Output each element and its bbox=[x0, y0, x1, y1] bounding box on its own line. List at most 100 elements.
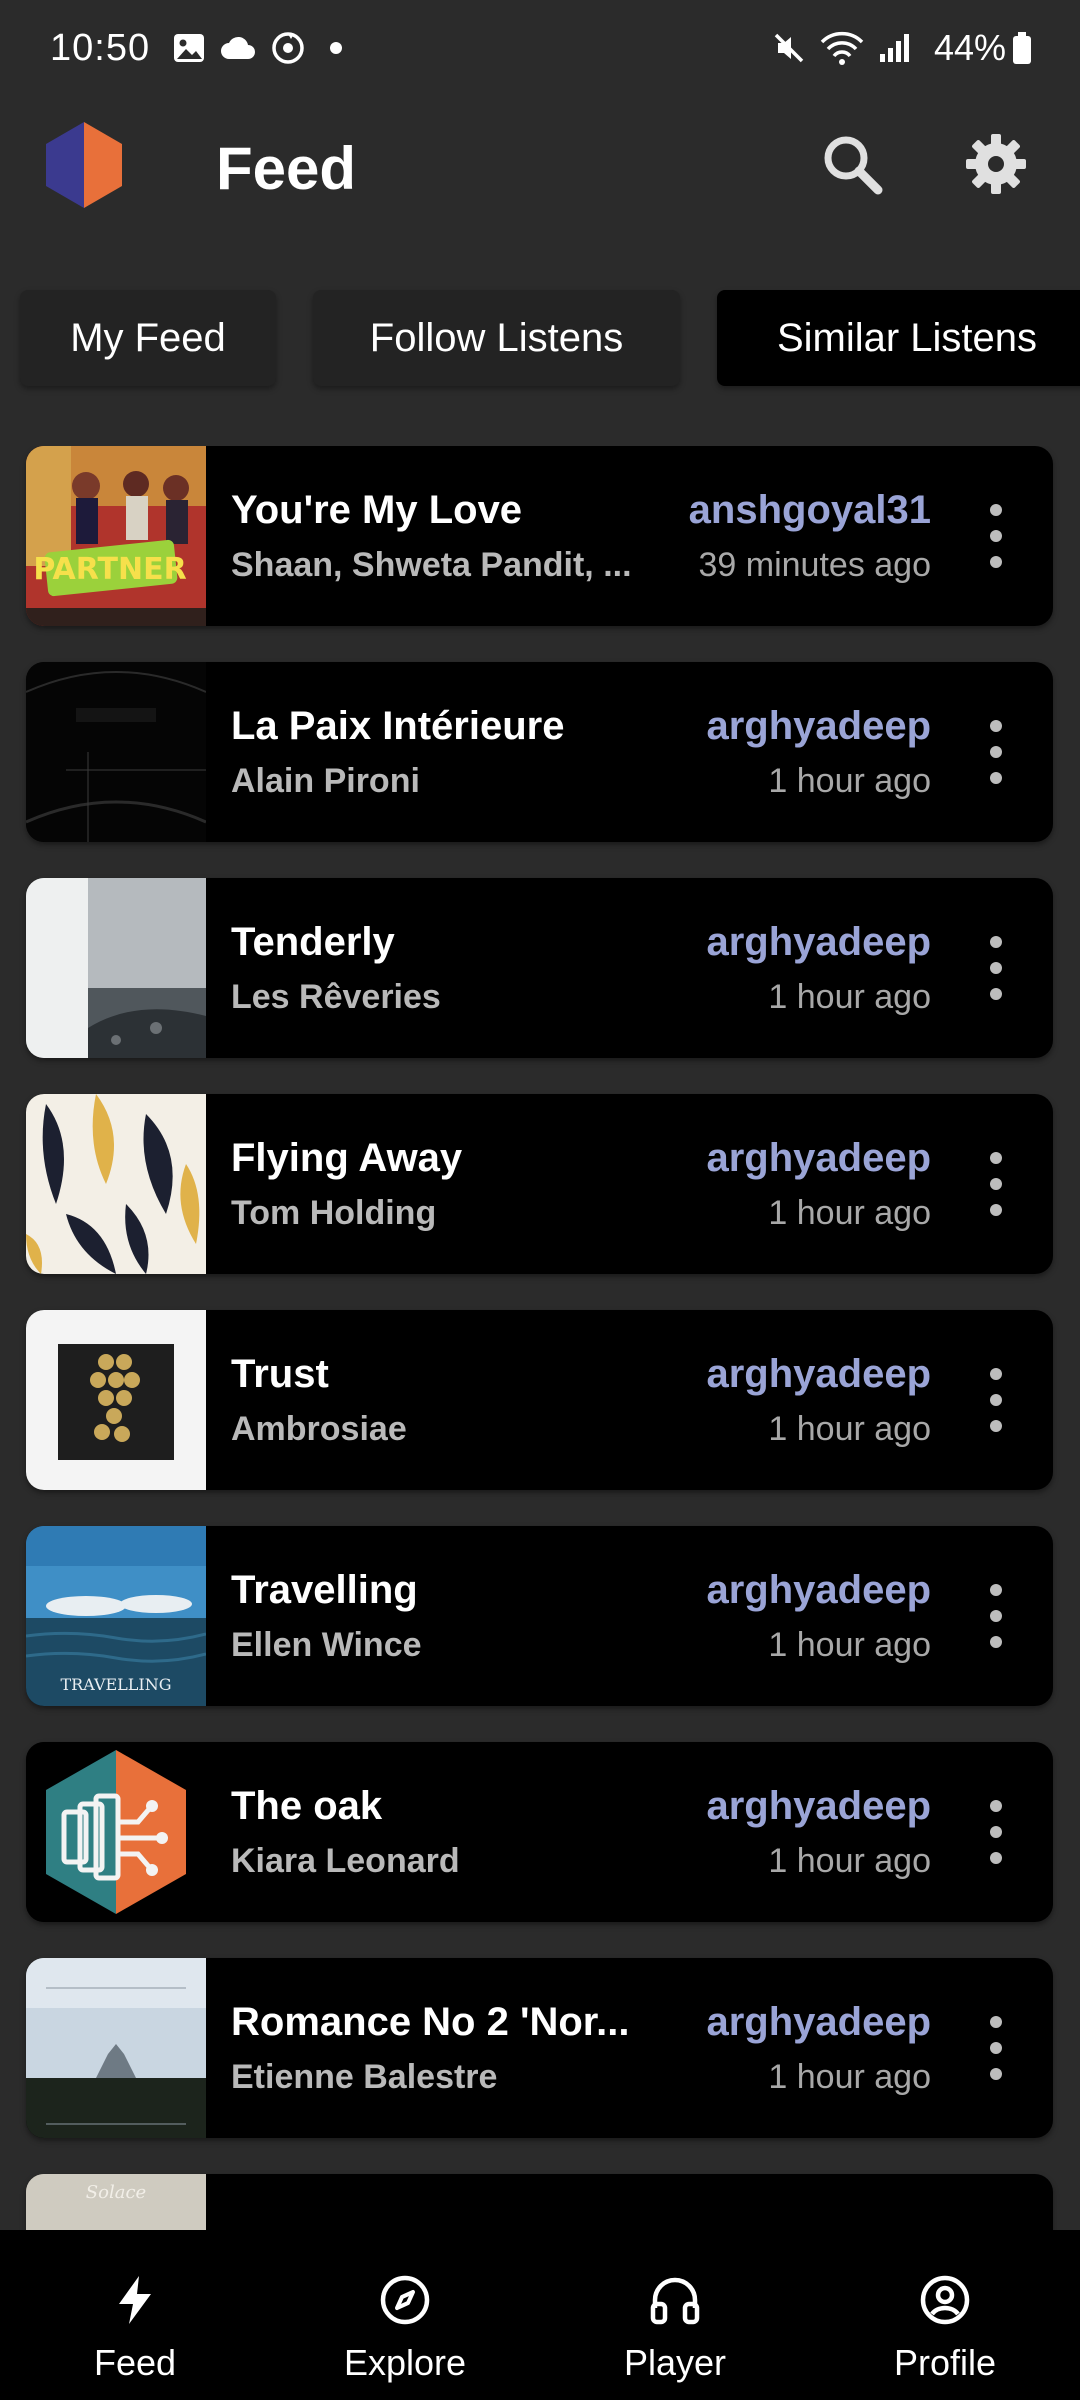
nav-label: Explore bbox=[343, 2342, 467, 2383]
status-time: 10:50 bbox=[50, 26, 151, 69]
album-art-text: TRAVELLING bbox=[60, 1675, 171, 1694]
feed-list[interactable]: PARTNER You're My Love Shaan, Shweta Pan… bbox=[0, 446, 1080, 2230]
feed-card[interactable]: La Paix Intérieure Alain Pironi arghyade… bbox=[26, 662, 1053, 842]
app-logo[interactable] bbox=[44, 120, 124, 210]
listen-time: 1 hour ago bbox=[768, 978, 931, 1016]
track-artist: Etienne Balestre bbox=[231, 2058, 498, 2096]
album-art-text: Solace bbox=[86, 2182, 146, 2203]
status-bar: 10:50 44% bbox=[0, 0, 1080, 96]
more-vertical-icon bbox=[990, 1368, 1002, 1380]
listen-time: 1 hour ago bbox=[768, 762, 931, 800]
listener-username[interactable]: arghyadeep bbox=[706, 1136, 931, 1181]
nav-label: Feed bbox=[93, 2342, 177, 2383]
bolt-icon bbox=[115, 2272, 155, 2328]
listen-time: 39 minutes ago bbox=[698, 546, 932, 584]
feed-card[interactable]: Flying Away Tom Holding arghyadeep 1 hou… bbox=[26, 1094, 1053, 1274]
gallery-icon bbox=[172, 31, 206, 65]
more-options-button[interactable] bbox=[985, 936, 1007, 1000]
more-options-button[interactable] bbox=[985, 1152, 1007, 1216]
more-vertical-icon bbox=[990, 720, 1002, 732]
feed-tabs: My Feed Follow Listens Similar Listens bbox=[0, 290, 1080, 386]
more-options-button[interactable] bbox=[985, 1368, 1007, 1432]
more-vertical-icon bbox=[990, 1152, 1002, 1164]
track-artist: Ellen Wince bbox=[231, 1626, 422, 1664]
battery-percentage: 44% bbox=[933, 27, 1006, 68]
album-art bbox=[26, 1310, 206, 1490]
album-art bbox=[26, 1094, 206, 1274]
feed-card[interactable]: PARTNER You're My Love Shaan, Shweta Pan… bbox=[26, 446, 1053, 626]
track-title: Trust bbox=[231, 1352, 329, 1396]
page-title: Feed bbox=[216, 135, 357, 202]
listen-time: 1 hour ago bbox=[768, 2058, 931, 2096]
track-artist: Kiara Leonard bbox=[231, 1842, 460, 1880]
search-icon bbox=[820, 132, 884, 201]
nav-label: Profile bbox=[893, 2342, 997, 2383]
track-title: Tenderly bbox=[231, 920, 395, 964]
listener-username[interactable]: arghyadeep bbox=[706, 920, 931, 965]
listener-username[interactable]: arghyadeep bbox=[706, 1568, 931, 1613]
track-title: Romance No 2 'Nor... bbox=[231, 2000, 630, 2044]
app-bar: Feed bbox=[0, 96, 1080, 236]
album-art: PARTNER bbox=[26, 446, 206, 626]
status-left: 10:50 bbox=[50, 26, 343, 70]
feed-card[interactable]: Tenderly Les Rêveries arghyadeep 1 hour … bbox=[26, 878, 1053, 1058]
listener-username[interactable]: anshgoyal31 bbox=[689, 488, 931, 533]
track-artist: Alain Pironi bbox=[231, 762, 420, 800]
tab-follow-listens[interactable]: Follow Listens bbox=[313, 290, 680, 386]
track-title: You're My Love bbox=[231, 488, 523, 532]
nav-profile[interactable]: Profile bbox=[810, 2230, 1080, 2400]
feed-card[interactable]: TRAVELLING Travelling Ellen Wince arghya… bbox=[26, 1526, 1053, 1706]
more-options-button[interactable] bbox=[985, 720, 1007, 784]
more-options-button[interactable] bbox=[985, 1584, 1007, 1648]
feed-card[interactable]: Trust Ambrosiae arghyadeep 1 hour ago bbox=[26, 1310, 1053, 1490]
track-artist: Tom Holding bbox=[231, 1194, 437, 1232]
listener-username[interactable]: arghyadeep bbox=[706, 1352, 931, 1397]
battery-icon bbox=[1012, 31, 1032, 65]
more-vertical-icon bbox=[990, 504, 1002, 516]
mute-icon bbox=[772, 31, 806, 65]
profile-icon bbox=[919, 2272, 971, 2328]
status-right: 44% bbox=[772, 27, 1032, 69]
track-title: Travelling bbox=[231, 1568, 418, 1612]
more-vertical-icon bbox=[990, 2016, 1002, 2028]
tab-my-feed[interactable]: My Feed bbox=[20, 290, 276, 386]
bottom-navigation: Feed Explore Player Profile bbox=[0, 2230, 1080, 2400]
album-art bbox=[26, 1958, 206, 2138]
track-title: La Paix Intérieure bbox=[231, 704, 565, 748]
more-vertical-icon bbox=[990, 936, 1002, 948]
notification-dot bbox=[330, 42, 343, 54]
feed-card[interactable]: Romance No 2 'Nor... Etienne Balestre ar… bbox=[26, 1958, 1053, 2138]
more-options-button[interactable] bbox=[985, 2016, 1007, 2080]
track-artist: Les Rêveries bbox=[231, 978, 441, 1016]
gear-icon bbox=[964, 132, 1028, 201]
track-title: The oak bbox=[231, 1784, 383, 1828]
nav-player[interactable]: Player bbox=[540, 2230, 810, 2400]
nav-label: Player bbox=[623, 2342, 727, 2383]
album-art bbox=[26, 878, 206, 1058]
listener-username[interactable]: arghyadeep bbox=[706, 704, 931, 749]
listener-username[interactable]: arghyadeep bbox=[706, 2000, 931, 2045]
cloud-icon bbox=[220, 33, 256, 63]
listen-time: 1 hour ago bbox=[768, 1410, 931, 1448]
tab-similar-listens[interactable]: Similar Listens bbox=[717, 290, 1080, 386]
listener-username[interactable]: arghyadeep bbox=[706, 1784, 931, 1829]
listen-time: 1 hour ago bbox=[768, 1842, 931, 1880]
feed-card[interactable]: The oak Kiara Leonard arghyadeep 1 hour … bbox=[26, 1742, 1053, 1922]
search-button[interactable] bbox=[814, 128, 890, 204]
more-options-button[interactable] bbox=[985, 1800, 1007, 1864]
signal-icon bbox=[878, 32, 912, 64]
nav-explore[interactable]: Explore bbox=[270, 2230, 540, 2400]
more-options-button[interactable] bbox=[985, 504, 1007, 568]
compass-icon bbox=[379, 2272, 431, 2328]
settings-button[interactable] bbox=[958, 128, 1034, 204]
track-artist: Ambrosiae bbox=[231, 1410, 407, 1448]
album-art-text: PARTNER bbox=[33, 552, 186, 587]
album-art bbox=[26, 662, 206, 842]
album-art: TRAVELLING bbox=[26, 1526, 206, 1706]
album-art: Solace bbox=[26, 2174, 206, 2230]
feed-card[interactable]: Solace bbox=[26, 2174, 1053, 2230]
track-artist: Shaan, Shweta Pandit, ... bbox=[231, 546, 632, 584]
nav-feed[interactable]: Feed bbox=[0, 2230, 270, 2400]
more-vertical-icon bbox=[990, 1800, 1002, 1812]
album-art-placeholder bbox=[26, 1742, 206, 1922]
